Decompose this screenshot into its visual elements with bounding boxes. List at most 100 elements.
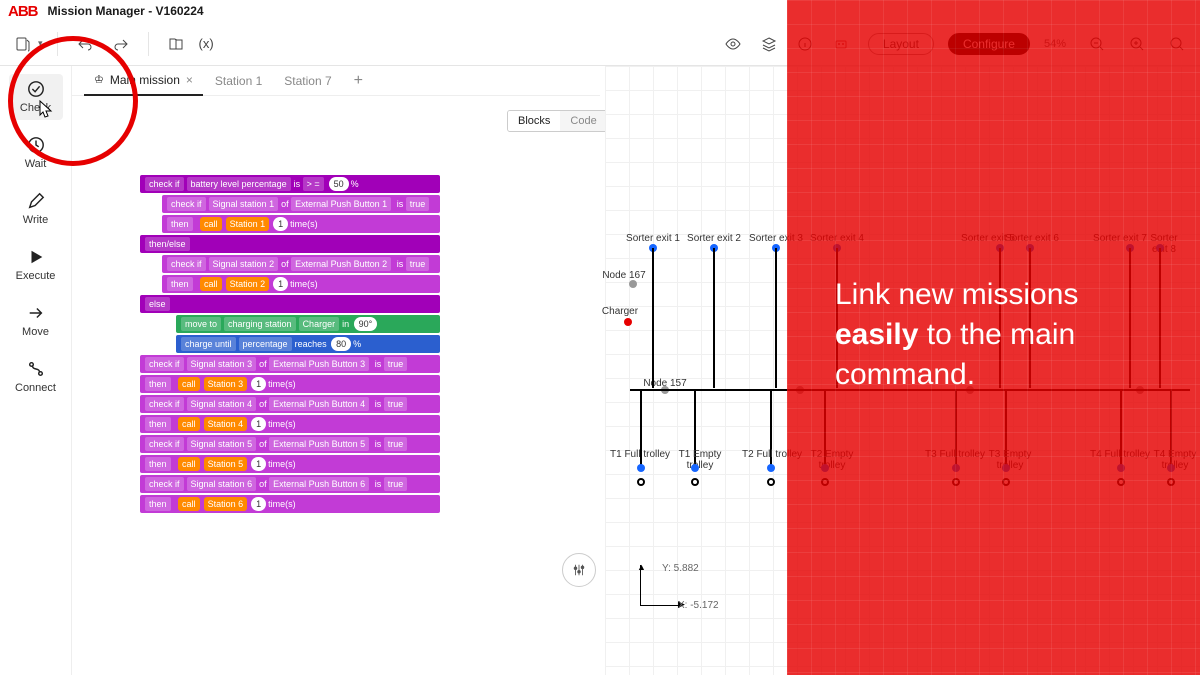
map-label: T2 Full trolley bbox=[742, 449, 802, 460]
zoom-level: 54% bbox=[1044, 38, 1066, 50]
block-check-signal-4[interactable]: check ifSignal station 4of External Push… bbox=[140, 395, 440, 413]
view-blocks[interactable]: Blocks bbox=[508, 111, 560, 131]
coord-y: Y: 5.882 bbox=[662, 563, 699, 574]
map-node[interactable] bbox=[1167, 464, 1175, 472]
configure-button[interactable]: Configure bbox=[948, 33, 1030, 55]
map-path bbox=[652, 248, 654, 388]
map-target[interactable] bbox=[1167, 478, 1175, 486]
map-label: Sorter exit 3 bbox=[749, 233, 803, 244]
block-then-call-4[interactable]: then callStation 41time(s) bbox=[140, 415, 440, 433]
block-check-signal-2[interactable]: check ifSignal station 2of External Push… bbox=[162, 255, 440, 273]
separator bbox=[148, 32, 149, 56]
map-path bbox=[713, 248, 715, 388]
map-path bbox=[836, 248, 838, 388]
map-label: Sorter exit 2 bbox=[687, 233, 741, 244]
block-check-signal-5[interactable]: check ifSignal station 5of External Push… bbox=[140, 435, 440, 453]
settings-knobs-button[interactable] bbox=[562, 553, 596, 587]
play-icon bbox=[27, 248, 45, 266]
map-target[interactable] bbox=[952, 478, 960, 486]
zoom-in-button[interactable] bbox=[1124, 31, 1150, 57]
block-check-signal-3[interactable]: check ifSignal station 3of External Push… bbox=[140, 355, 440, 373]
abb-logo: ABB bbox=[8, 3, 38, 20]
map-node[interactable] bbox=[629, 280, 637, 288]
block-then-call-2[interactable]: then callStation 21time(s) bbox=[162, 275, 440, 293]
tool-label: Move bbox=[22, 326, 49, 338]
map-path bbox=[630, 389, 1190, 391]
block-move-to-charger[interactable]: move tocharging stationChargerin 90° bbox=[176, 315, 440, 333]
map-target[interactable] bbox=[691, 478, 699, 486]
tab-station-7[interactable]: Station 7 bbox=[274, 66, 341, 96]
blocks-canvas[interactable]: check ifbattery level percentageis > =50… bbox=[140, 175, 440, 515]
tab-label: Station 1 bbox=[215, 74, 262, 88]
cursor-icon bbox=[39, 100, 53, 118]
block-charge-until[interactable]: charge untilpercentagereaches 80% bbox=[176, 335, 440, 353]
map-path bbox=[1159, 248, 1161, 388]
block-check-signal-1[interactable]: check ifSignal station 1of External Push… bbox=[162, 195, 440, 213]
title-bar: ABB Mission Manager - V160224 bbox=[0, 0, 1200, 22]
visibility-icon[interactable] bbox=[720, 31, 746, 57]
block-check-battery[interactable]: check ifbattery level percentageis > =50… bbox=[140, 175, 440, 193]
map-node[interactable] bbox=[1002, 464, 1010, 472]
tool-move[interactable]: Move bbox=[9, 298, 63, 344]
undo-button[interactable] bbox=[72, 31, 98, 57]
tool-write[interactable]: Write bbox=[9, 186, 63, 232]
view-toggle: Blocks Code bbox=[507, 110, 608, 132]
tool-rail: Check Wait Write Execute Move Connect bbox=[0, 66, 72, 675]
map-target[interactable] bbox=[637, 478, 645, 486]
map-path bbox=[775, 248, 777, 388]
tab-label: Station 7 bbox=[284, 74, 331, 88]
map-target[interactable] bbox=[1117, 478, 1125, 486]
clock-icon bbox=[27, 136, 45, 154]
map-label: Sorter exit 1 bbox=[626, 233, 680, 244]
arrow-up-icon: ▲ bbox=[637, 562, 646, 572]
zoom-fit-button[interactable] bbox=[1164, 31, 1190, 57]
layout-button[interactable]: Layout bbox=[868, 33, 934, 55]
view-code[interactable]: Code bbox=[560, 111, 606, 131]
tool-connect[interactable]: Connect bbox=[9, 354, 63, 400]
map-node[interactable] bbox=[767, 464, 775, 472]
crown-icon: ♔ bbox=[94, 73, 104, 86]
file-menu-caret-icon: ▾ bbox=[38, 38, 43, 49]
map-axes: ▲ ▶ bbox=[620, 565, 700, 625]
tab-label: Main mission bbox=[110, 73, 180, 87]
layers-icon[interactable] bbox=[756, 31, 782, 57]
redo-button[interactable] bbox=[108, 31, 134, 57]
zoom-out-button[interactable] bbox=[1084, 31, 1110, 57]
coord-x: X: -5.172 bbox=[678, 600, 719, 611]
connect-icon bbox=[27, 360, 45, 378]
block-then-call-3[interactable]: then callStation 31time(s) bbox=[140, 375, 440, 393]
map-target[interactable] bbox=[821, 478, 829, 486]
check-icon bbox=[27, 80, 45, 98]
tab-station-1[interactable]: Station 1 bbox=[205, 66, 272, 96]
block-else[interactable]: else bbox=[140, 295, 440, 313]
file-menu-button[interactable] bbox=[10, 31, 36, 57]
variables-button[interactable]: (x) bbox=[199, 36, 214, 51]
tool-check[interactable]: Check bbox=[9, 74, 63, 120]
close-icon[interactable]: × bbox=[186, 73, 193, 87]
editor-tabs: ♔ Main mission × Station 1 Station 7 + bbox=[72, 66, 600, 96]
block-then-call-1[interactable]: then callStation 11time(s) bbox=[162, 215, 440, 233]
map-node[interactable] bbox=[1117, 464, 1125, 472]
tab-add[interactable]: + bbox=[344, 66, 373, 96]
library-button[interactable] bbox=[163, 31, 189, 57]
block-check-signal-6[interactable]: check ifSignal station 6of External Push… bbox=[140, 475, 440, 493]
robot-icon[interactable] bbox=[828, 31, 854, 57]
map-target[interactable] bbox=[1002, 478, 1010, 486]
map-node[interactable] bbox=[821, 464, 829, 472]
tool-label: Write bbox=[23, 214, 48, 226]
map-target[interactable] bbox=[767, 478, 775, 486]
map-label: T3 Empty trolley bbox=[975, 449, 1045, 471]
map-node[interactable] bbox=[637, 464, 645, 472]
map-node[interactable] bbox=[691, 464, 699, 472]
block-then-else[interactable]: then/else bbox=[140, 235, 440, 253]
tab-main-mission[interactable]: ♔ Main mission × bbox=[84, 66, 203, 96]
map-label: Node 167 bbox=[602, 270, 645, 281]
tool-execute[interactable]: Execute bbox=[9, 242, 63, 288]
block-then-call-6[interactable]: then callStation 61time(s) bbox=[140, 495, 440, 513]
info-icon[interactable] bbox=[792, 31, 818, 57]
map-node[interactable] bbox=[952, 464, 960, 472]
sliders-icon bbox=[572, 563, 586, 577]
block-then-call-5[interactable]: then callStation 51time(s) bbox=[140, 455, 440, 473]
tool-wait[interactable]: Wait bbox=[9, 130, 63, 176]
map-node[interactable] bbox=[624, 318, 632, 326]
